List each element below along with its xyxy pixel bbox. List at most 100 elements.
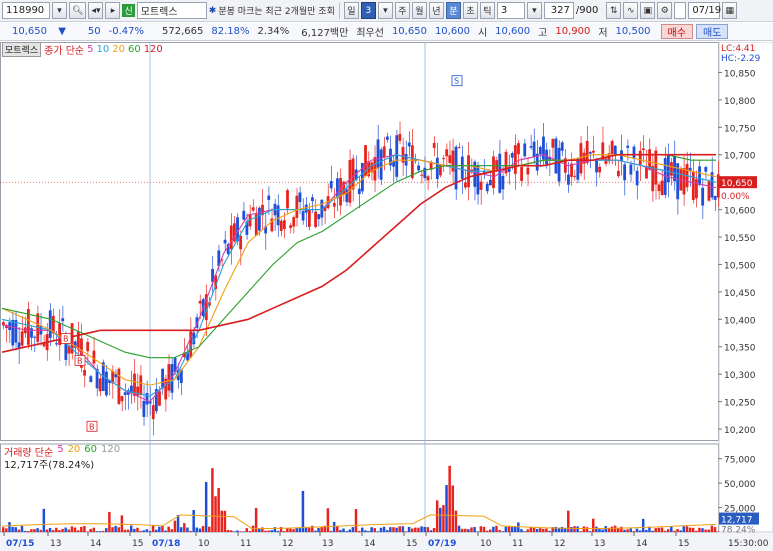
volume-bar xyxy=(710,525,714,532)
candle-body xyxy=(592,150,595,153)
price-change: 50 xyxy=(87,26,101,37)
volume-bar xyxy=(229,530,233,532)
volume-bar xyxy=(117,527,121,532)
sell-button[interactable]: 매도 xyxy=(695,24,729,39)
price-tick-label: 10,800 xyxy=(724,97,756,107)
code-dropdown-button[interactable]: ▾ xyxy=(52,2,67,19)
volume-bar xyxy=(64,527,67,532)
legend-symbol[interactable]: 모트렉스 xyxy=(2,41,42,57)
sound-button[interactable]: ◂▾ xyxy=(88,2,104,19)
volume-bar xyxy=(289,528,292,532)
candle-body xyxy=(670,162,673,176)
buy-button[interactable]: 매수 xyxy=(660,24,693,39)
tick-value-input[interactable]: 3 xyxy=(496,2,525,19)
volume-bar xyxy=(376,531,380,532)
save-button[interactable]: ▣ xyxy=(640,2,656,19)
count-value: 327 xyxy=(550,5,570,16)
volume-bar xyxy=(164,530,167,532)
settings-button[interactable]: ⚙ xyxy=(657,2,673,19)
volume-bar xyxy=(370,527,373,532)
volume-bar xyxy=(520,529,523,532)
candle-body xyxy=(657,184,661,192)
legend-ma60: 60 xyxy=(127,43,141,55)
candle-body xyxy=(435,157,439,180)
candle-body xyxy=(610,140,614,154)
volume-bar xyxy=(460,528,464,532)
volume-bar xyxy=(23,530,27,532)
volume-bar xyxy=(8,522,11,532)
volume-bar xyxy=(454,510,458,532)
candle-body xyxy=(98,378,102,392)
candle-body xyxy=(420,174,424,176)
volume-bar xyxy=(635,528,639,532)
best-ask-label: 최우선 xyxy=(356,28,384,39)
stock-name-field[interactable]: 모트렉스 xyxy=(136,2,207,19)
period-tick[interactable]: 틱 xyxy=(479,2,495,19)
candle-body xyxy=(136,386,140,396)
candle-body xyxy=(410,145,414,179)
candle-body xyxy=(86,342,90,352)
period-year[interactable]: 년 xyxy=(428,2,444,19)
stock-code-input[interactable]: 118990 xyxy=(2,2,50,19)
candle-body xyxy=(579,143,583,174)
volume-bar xyxy=(342,528,345,532)
volume-bar xyxy=(654,528,657,532)
volume-bar xyxy=(595,526,598,532)
volume-bar xyxy=(307,527,311,532)
volume-bar xyxy=(698,527,701,532)
candle-body xyxy=(332,202,336,207)
volume-bar xyxy=(448,465,451,532)
volume-bar xyxy=(570,527,573,532)
candle-body xyxy=(545,149,548,166)
line-tool-button[interactable]: ∿ xyxy=(623,2,639,19)
volume-bar xyxy=(445,485,448,532)
candle-body xyxy=(139,375,143,395)
volume-bar xyxy=(167,526,170,532)
date-checkbox[interactable] xyxy=(674,2,687,19)
calendar-button[interactable]: ▦ xyxy=(722,2,738,19)
volume-bar xyxy=(354,509,358,532)
tick-value: 3 xyxy=(500,5,508,16)
count-input[interactable]: 327 xyxy=(543,2,574,19)
period-minute[interactable]: 분 xyxy=(445,2,461,19)
candle-body xyxy=(542,136,545,160)
period-week[interactable]: 주 xyxy=(394,2,410,19)
volume-bar xyxy=(95,531,99,532)
price-tick-label: 10,200 xyxy=(724,426,756,436)
search-button[interactable]: 🔍︎ xyxy=(69,2,87,19)
candle-body xyxy=(301,211,305,221)
volume-bar xyxy=(217,487,220,532)
tick-dropdown[interactable]: ▾ xyxy=(526,2,542,19)
volume-bar xyxy=(357,530,361,532)
minute-notice: 분봉 마크는 최근 2개월만 조회 xyxy=(218,7,335,17)
volume-bar xyxy=(148,530,152,532)
candle-body xyxy=(20,331,24,346)
chevron-down-icon: ▾ xyxy=(383,5,388,16)
legend-ma20: 20 xyxy=(112,43,125,55)
volume-bar xyxy=(245,528,248,532)
volume-bar xyxy=(657,527,661,532)
period-day[interactable]: 일 xyxy=(343,2,359,19)
date-input[interactable]: 07/19 xyxy=(688,2,721,19)
trade-marker-label: B xyxy=(89,422,95,431)
volume-bar xyxy=(660,527,664,532)
volume-bar xyxy=(39,529,42,532)
volume-bar xyxy=(86,531,89,532)
prev-stock-button[interactable]: ▸ xyxy=(105,2,121,19)
period-dropdown[interactable]: ▾ xyxy=(377,2,393,19)
period-3[interactable]: 3 xyxy=(360,2,376,19)
period-month[interactable]: 월 xyxy=(411,2,427,19)
volume-bar xyxy=(398,526,401,532)
x-tick-label: 12 xyxy=(282,539,293,549)
price-chart[interactable]: 10,850 10,800 10,750 10,700 10,650 10,600 10,5… xyxy=(0,42,773,551)
volume-bar xyxy=(414,527,417,532)
volume-bar xyxy=(129,525,133,532)
volume-bar xyxy=(410,528,414,532)
volume-bar xyxy=(701,528,704,532)
volume-bar xyxy=(663,530,667,532)
candle-body xyxy=(198,300,202,304)
period-second[interactable]: 초 xyxy=(462,2,478,19)
chart-area[interactable]: 10,850 10,800 10,750 10,700 10,650 10,600 10,5… xyxy=(0,42,773,551)
compare-button[interactable]: ⇅ xyxy=(606,2,622,19)
volume-bar xyxy=(332,521,336,532)
